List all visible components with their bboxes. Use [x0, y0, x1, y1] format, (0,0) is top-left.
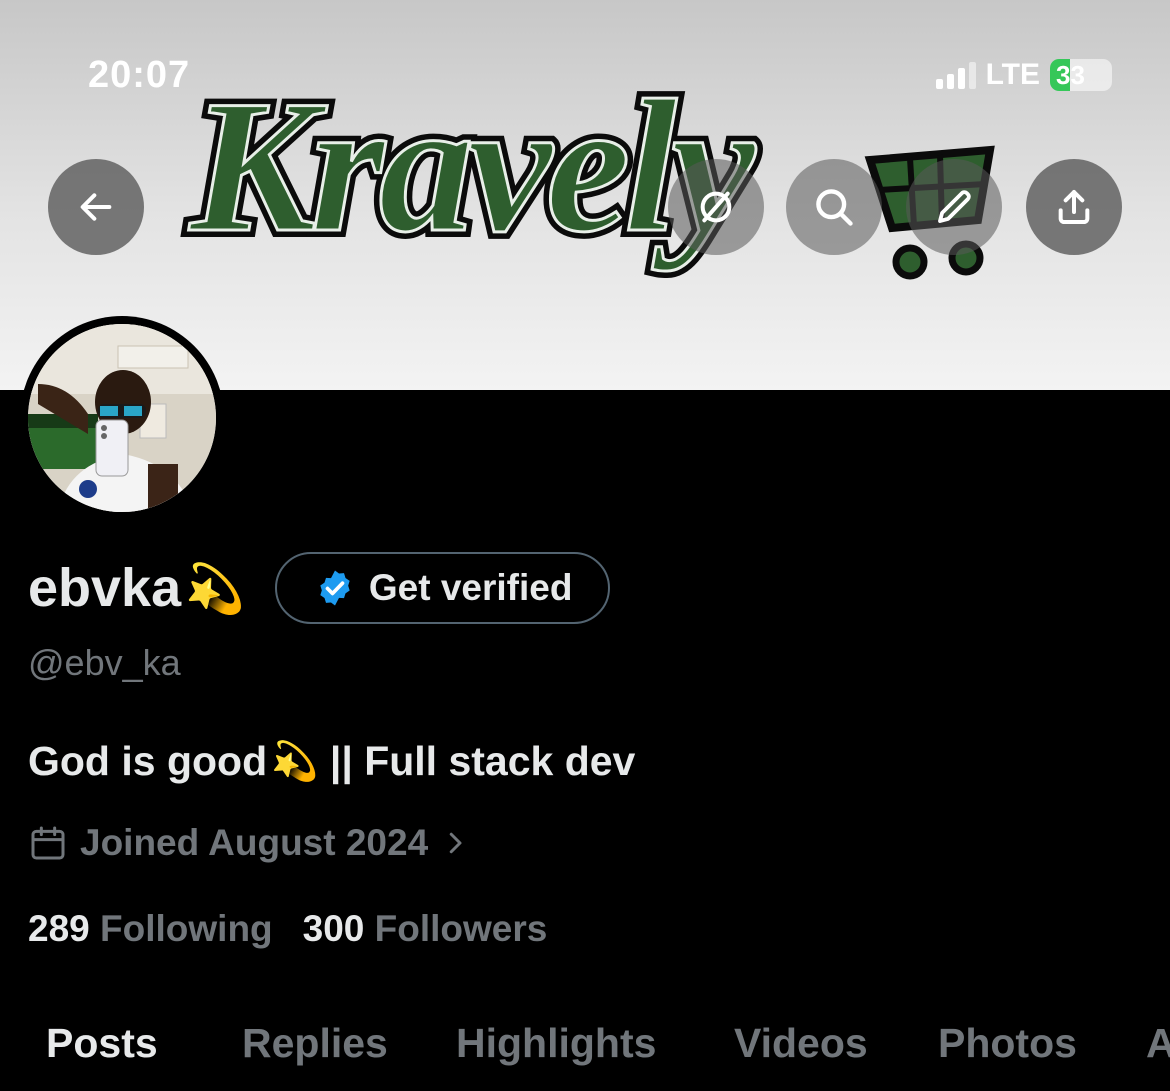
tab-articles[interactable]: A	[1146, 1020, 1170, 1067]
following-link[interactable]: 289 Following	[28, 908, 273, 950]
bio-emoji: 💫	[271, 740, 319, 783]
share-button[interactable]	[1026, 159, 1122, 255]
following-count: 289	[28, 908, 90, 949]
banner-logo: Kravely Kravely	[181, 55, 995, 280]
display-name: ebvka	[28, 558, 182, 618]
name-emoji: 💫	[185, 562, 245, 616]
arrow-left-icon	[80, 193, 112, 221]
avatar-photo	[28, 324, 216, 512]
profile-name-row: ebvka 💫 Get verified	[28, 552, 611, 624]
followers-count: 300	[302, 908, 365, 949]
followers-label: Followers	[374, 908, 548, 949]
verified-badge-icon	[320, 570, 350, 606]
battery-percent: 33	[1056, 59, 1085, 90]
network-type: LTE	[985, 58, 1040, 91]
grok-icon	[700, 191, 732, 223]
followers-link[interactable]: 300 Followers	[303, 908, 548, 950]
search-button[interactable]	[786, 159, 882, 255]
grok-button[interactable]	[668, 159, 764, 255]
signal-icon	[935, 61, 976, 89]
search-icon	[816, 189, 853, 226]
following-label: Following	[100, 908, 273, 949]
profile-handle: @ebv_ka	[28, 642, 181, 683]
tab-replies[interactable]: Replies	[242, 1020, 388, 1067]
tab-photos[interactable]: Photos	[938, 1020, 1077, 1067]
tab-highlights[interactable]: Highlights	[456, 1020, 656, 1067]
tab-videos[interactable]: Videos	[734, 1020, 868, 1067]
edit-button[interactable]	[906, 159, 1002, 255]
profile-avatar[interactable]	[20, 316, 224, 520]
calendar-icon	[31, 826, 65, 860]
banner-logo-highlight: Kravely	[188, 62, 756, 272]
follow-stats: 289 Following 300 Followers	[28, 908, 547, 950]
share-icon	[1058, 190, 1090, 224]
chevron-right-icon	[449, 832, 462, 854]
profile-tabs: Posts Replies Highlights Videos Photos A	[0, 1016, 1170, 1091]
status-indicators: LTE 33	[935, 58, 1112, 92]
joined-date[interactable]: Joined August 2024	[28, 822, 470, 864]
battery-icon: 33	[1050, 59, 1112, 91]
status-time: 20:07	[88, 54, 191, 96]
get-verified-button[interactable]: Get verified	[274, 552, 611, 624]
back-button[interactable]	[48, 159, 144, 255]
pencil-icon	[938, 190, 971, 223]
profile-bio: God is good 💫 || Full stack dev	[28, 738, 635, 785]
joined-text: Joined August 2024	[80, 822, 429, 863]
bio-text-part1: God is good	[28, 738, 268, 784]
tab-posts[interactable]: Posts	[46, 1020, 158, 1067]
get-verified-label: Get verified	[368, 567, 573, 608]
bio-text-part2: || Full stack dev	[318, 738, 636, 784]
